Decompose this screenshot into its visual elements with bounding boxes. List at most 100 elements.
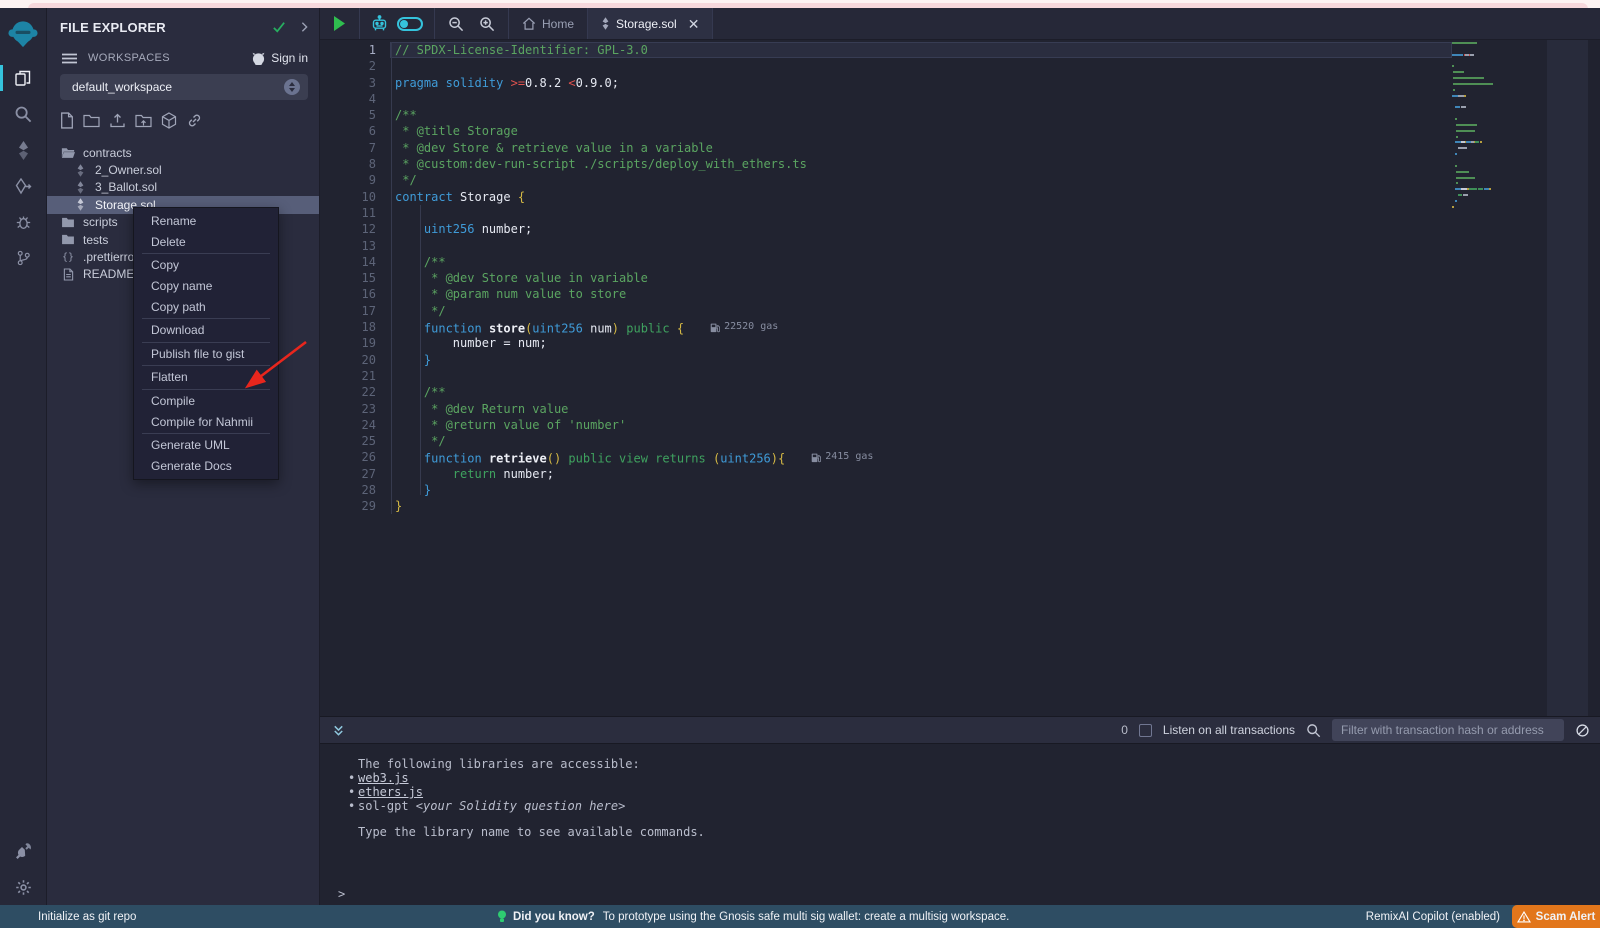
workspace-select[interactable]: default_workspace [60, 74, 308, 100]
terminal: 0 Listen on all transactions The followi… [320, 716, 1600, 905]
editor-right-edge [1588, 40, 1600, 716]
run-script-button[interactable] [320, 8, 359, 39]
code-line-19: number = num; [395, 335, 1447, 351]
solidity-compiler-icon[interactable] [0, 132, 47, 168]
tab-storage-label: Storage.sol [616, 17, 677, 31]
code-editor[interactable]: 1234567891011121314151617181920212223242… [320, 40, 1600, 716]
code-line-13 [395, 238, 1447, 254]
home-icon [522, 17, 536, 30]
terminal-line: •ethers.js [338, 785, 1580, 799]
link-icon[interactable] [186, 112, 203, 129]
transaction-filter-input[interactable] [1332, 719, 1564, 741]
menu-item-generate-uml[interactable]: Generate UML [134, 435, 278, 456]
menu-item-copy[interactable]: Copy [134, 255, 278, 276]
robot-icon[interactable] [371, 15, 388, 32]
clear-console-icon[interactable] [1575, 723, 1590, 738]
chevron-right-icon[interactable] [300, 21, 309, 33]
tip-bold: Did you know? [513, 911, 595, 923]
close-tab-icon[interactable]: ✕ [688, 17, 700, 31]
terminal-link-ethers.js[interactable]: ethers.js [358, 785, 423, 799]
menu-divider [142, 433, 270, 434]
panel-title: FILE EXPLORER [60, 20, 166, 35]
terminal-link-web3.js[interactable]: web3.js [358, 771, 409, 785]
play-icon [333, 16, 346, 31]
remix-logo[interactable] [0, 8, 47, 60]
listen-all-transactions-label: Listen on all transactions [1163, 723, 1295, 737]
tip-text: To prototype using the Gnosis safe multi… [603, 911, 1010, 923]
copilot-status: RemixAI Copilot (enabled) [1366, 911, 1500, 923]
editor-tab-bar: Home Storage.sol ✕ [320, 8, 1600, 40]
tree-item-label: 2_Owner.sol [95, 163, 162, 177]
terminal-line: •web3.js [338, 771, 1580, 785]
file-explorer-icon[interactable] [0, 60, 47, 96]
upload-folder-icon[interactable] [135, 112, 152, 129]
zoom-in-button[interactable] [477, 8, 508, 39]
workspace-select-arrows-icon[interactable] [284, 79, 300, 95]
search-icon [1306, 723, 1321, 738]
plugin-manager-icon[interactable] [0, 833, 47, 869]
tab-home[interactable]: Home [509, 8, 587, 39]
zoom-in-icon [479, 16, 495, 32]
search-icon[interactable] [0, 96, 47, 132]
check-icon[interactable] [272, 21, 286, 33]
tree-item-label: tests [83, 233, 108, 247]
status-bar: Initialize as git repo Did you know? To … [0, 905, 1600, 928]
minimap[interactable] [1452, 42, 1544, 242]
menu-item-rename[interactable]: Rename [134, 211, 278, 232]
scam-alert-label: Scam Alert [1536, 911, 1596, 923]
did-you-know-tip: Did you know? To prototype using the Gno… [497, 905, 1009, 928]
tree-item-contracts[interactable]: contracts [47, 144, 319, 161]
code-line-7: * @dev Store & retrieve value in a varia… [395, 140, 1447, 156]
panel-header: FILE EXPLORER [60, 18, 309, 36]
terminal-header: 0 Listen on all transactions [320, 716, 1600, 744]
code-line-24: * @return value of 'number' [395, 417, 1447, 433]
terminal-line: The following libraries are accessible: [338, 757, 1580, 771]
cube-icon[interactable] [161, 112, 177, 129]
lightbulb-icon [497, 910, 507, 924]
solidity-file-icon [601, 17, 610, 30]
zoom-out-button[interactable] [435, 8, 477, 39]
braces-icon: {} [60, 252, 76, 263]
menu-item-generate-docs[interactable]: Generate Docs [134, 456, 278, 477]
file-toolbar [60, 112, 203, 129]
tree-item-2-owner-sol[interactable]: 2_Owner.sol [47, 161, 319, 178]
upload-file-icon[interactable] [109, 112, 126, 129]
tree-item-label: .prettierro [83, 250, 134, 264]
debugger-icon[interactable] [0, 204, 47, 240]
code-line-16: * @param num value to store [395, 286, 1447, 302]
editor-scrollbar[interactable] [1547, 40, 1588, 716]
settings-icon[interactable] [0, 869, 47, 905]
code-line-5: /** [395, 107, 1447, 123]
workspaces-row: WORKSPACES Sign in [62, 50, 308, 66]
deploy-run-icon[interactable] [0, 168, 47, 204]
tab-storage-sol[interactable]: Storage.sol ✕ [588, 8, 712, 39]
copilot-toggle[interactable] [397, 17, 423, 31]
git-icon[interactable] [0, 240, 47, 276]
code-line-4 [395, 91, 1447, 107]
git-init-button[interactable]: Initialize as git repo [38, 911, 136, 923]
new-folder-icon[interactable] [83, 112, 100, 129]
folder-icon [60, 234, 76, 245]
code-line-1: // SPDX-License-Identifier: GPL-3.0 [395, 42, 1447, 58]
new-file-icon[interactable] [60, 112, 74, 129]
scam-alert-button[interactable]: Scam Alert [1512, 905, 1600, 928]
tree-item-3-ballot-sol[interactable]: 3_Ballot.sol [47, 179, 319, 196]
folder-open-icon [60, 147, 76, 159]
terminal-prompt[interactable]: > [338, 887, 345, 901]
code-line-9: */ [395, 172, 1447, 188]
listen-all-transactions-checkbox[interactable] [1139, 724, 1152, 737]
sign-in-button[interactable]: Sign in [251, 51, 308, 65]
warning-triangle-icon [1517, 911, 1531, 923]
expand-terminal-icon[interactable] [332, 724, 345, 737]
workspace-selected-value: default_workspace [72, 80, 172, 94]
menu-item-delete[interactable]: Delete [134, 232, 278, 253]
hamburger-menu-icon[interactable] [62, 53, 77, 64]
code-line-27: return number; [395, 466, 1447, 482]
menu-item-copy-path[interactable]: Copy path [134, 296, 278, 317]
menu-item-compile-for-nahmii[interactable]: Compile for Nahmii [134, 411, 278, 432]
code-content: // SPDX-License-Identifier: GPL-3.0pragm… [395, 42, 1447, 515]
tree-item-label: README. [83, 267, 138, 281]
menu-item-copy-name[interactable]: Copy name [134, 276, 278, 297]
browser-edge [0, 0, 1600, 8]
code-line-29: } [395, 498, 1447, 514]
